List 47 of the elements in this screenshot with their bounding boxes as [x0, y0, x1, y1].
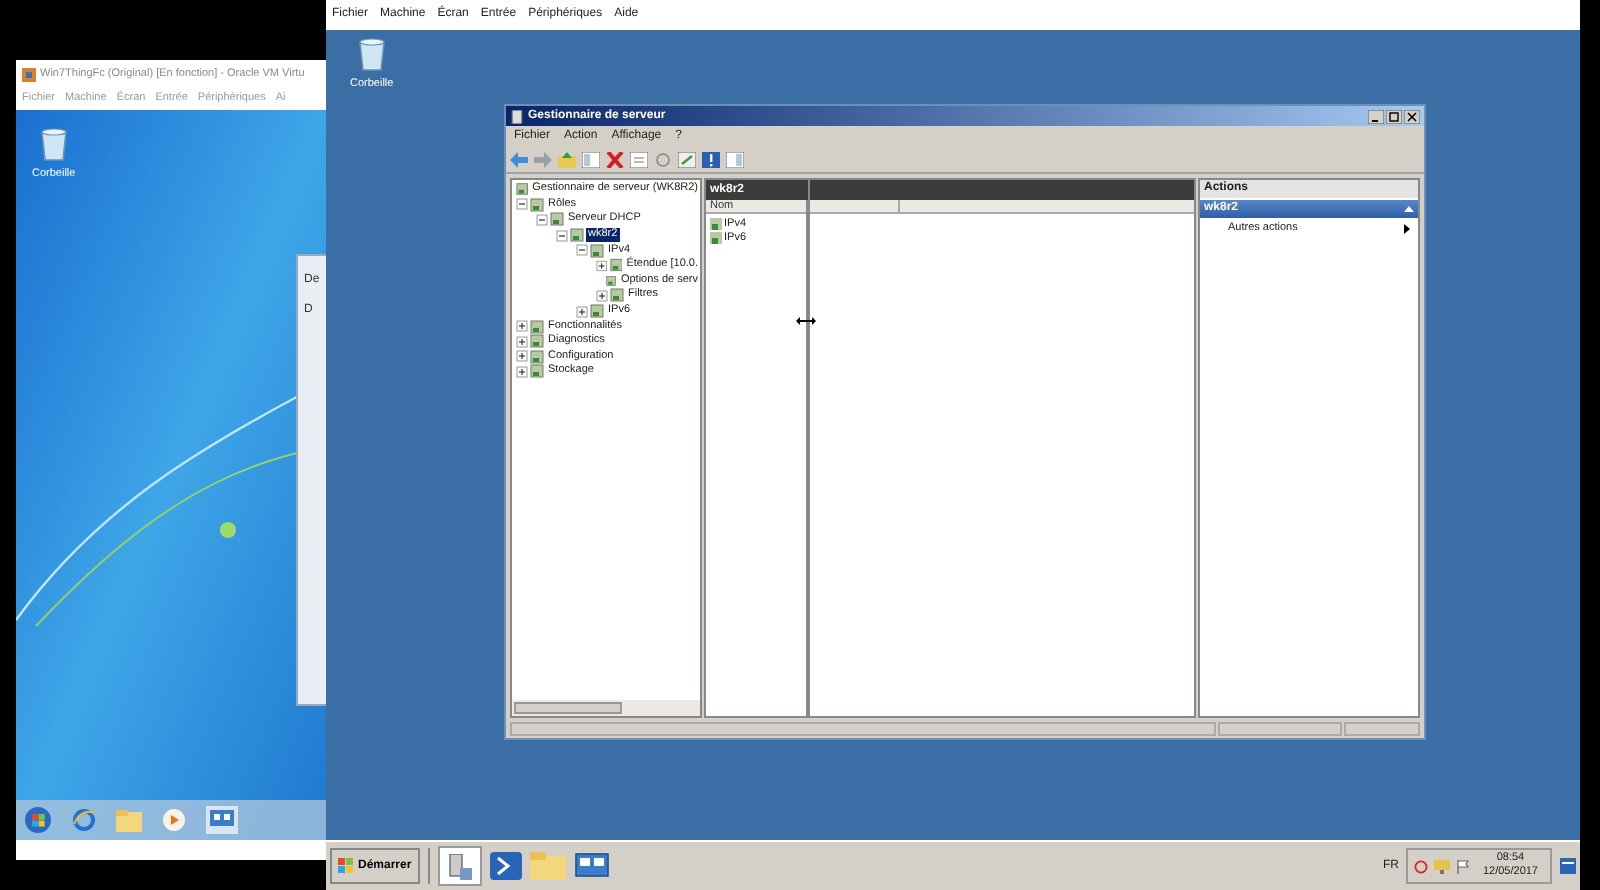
tree-node-icon: [590, 304, 604, 319]
recycle-bin-icon[interactable]: [37, 126, 70, 162]
expand-icon[interactable]: [516, 335, 528, 348]
taskbar-button[interactable]: [437, 846, 482, 886]
app-icon: [22, 67, 36, 81]
refresh-icon[interactable]: [654, 152, 672, 168]
media-player-icon[interactable]: [162, 808, 186, 832]
resize-cursor-icon: [796, 316, 816, 326]
recycle-bin-icon[interactable]: [355, 36, 388, 72]
windows-logo-icon: [338, 858, 354, 874]
collapse-caret-icon[interactable]: [1404, 206, 1414, 212]
network-app-icon[interactable]: [206, 806, 238, 834]
submenu-arrow-icon: [1404, 224, 1410, 234]
collapse-icon[interactable]: [536, 213, 548, 226]
tree-node-icon: [590, 243, 604, 258]
folder-up-icon[interactable]: [558, 152, 576, 168]
server-manager-icon: [447, 853, 472, 879]
properties-icon[interactable]: [630, 152, 648, 168]
horizontal-scrollbar[interactable]: [512, 700, 700, 716]
expand-icon[interactable]: [516, 350, 528, 363]
back-arrow-icon[interactable]: [510, 152, 528, 168]
server-icon: [510, 109, 524, 123]
console-tree-icon[interactable]: [582, 152, 600, 168]
close-icon[interactable]: [1404, 109, 1420, 123]
show-desktop-icon[interactable]: [1560, 858, 1576, 874]
network-app-icon[interactable]: [573, 851, 610, 881]
network-icon[interactable]: [1434, 859, 1451, 873]
expand-icon[interactable]: [516, 365, 528, 378]
tree-node-icon: [570, 228, 584, 243]
start-orb-icon[interactable]: [24, 806, 52, 834]
maximize-icon[interactable]: [1386, 109, 1402, 123]
power-icon[interactable]: [1414, 859, 1429, 873]
expand-icon[interactable]: [596, 289, 608, 302]
delete-icon[interactable]: [606, 152, 624, 168]
minimize-icon[interactable]: [1368, 109, 1384, 123]
expand-icon[interactable]: [576, 305, 588, 318]
collapse-icon[interactable]: [516, 198, 528, 211]
expand-icon[interactable]: [596, 259, 608, 272]
powershell-icon[interactable]: [489, 852, 522, 880]
expand-icon[interactable]: [516, 320, 528, 333]
export-icon[interactable]: [678, 152, 696, 168]
action-pane-icon[interactable]: [726, 152, 744, 168]
flag-icon[interactable]: [1456, 859, 1471, 873]
collapse-icon[interactable]: [556, 229, 568, 242]
browser-icon[interactable]: [72, 808, 96, 832]
collapse-icon[interactable]: [576, 244, 588, 257]
tree-node-icon: [550, 212, 564, 227]
